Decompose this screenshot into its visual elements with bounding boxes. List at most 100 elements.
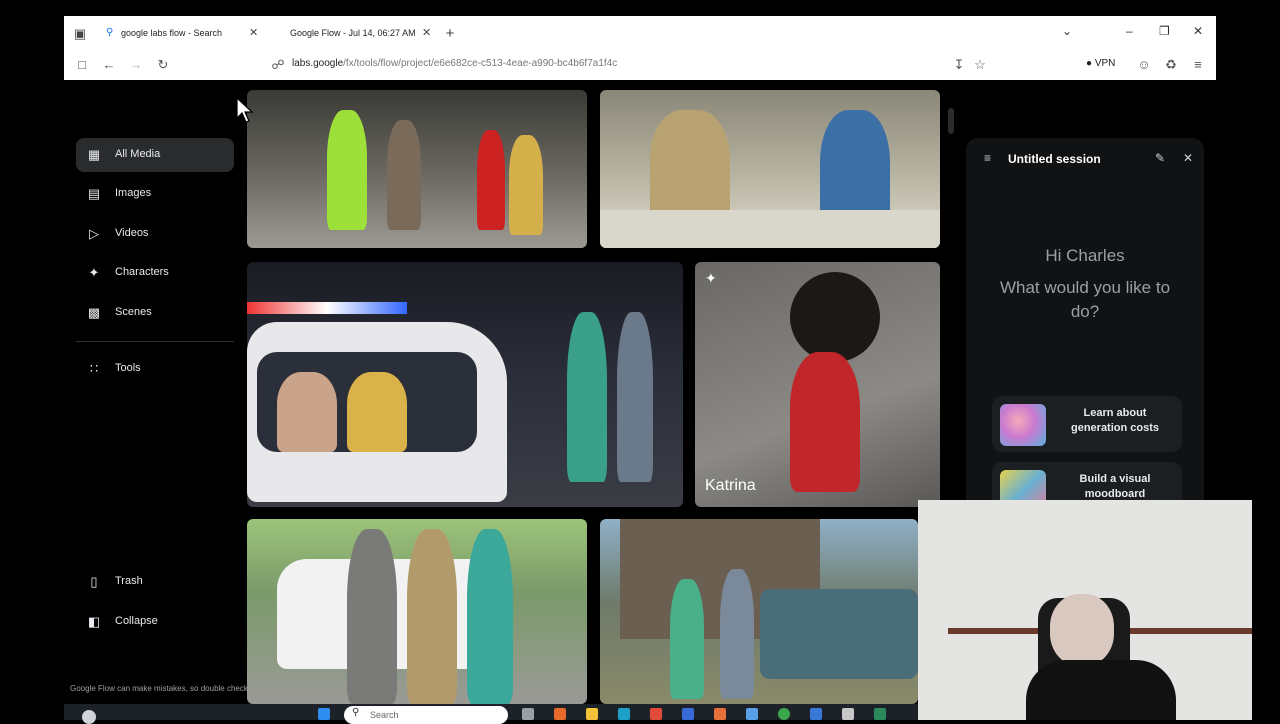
sidebar-item-label: Tools [115,362,141,374]
trash-icon: ▯ [90,574,98,589]
minimize-icon[interactable]: – [1126,24,1133,38]
file-explorer-icon[interactable] [586,708,598,720]
sidebar-divider [76,341,234,342]
app-icon[interactable] [682,708,694,720]
figure-hair [790,272,880,362]
sidebar-item-tools[interactable]: ∷ Tools [76,352,234,386]
sidebar-item-trash[interactable]: ▯ Trash [76,565,234,599]
person-body [1026,660,1176,720]
menu-icon[interactable]: ≡ [984,151,991,165]
chrome-icon[interactable] [778,708,790,720]
search-favicon-icon: ⚲ [106,27,114,38]
reload-icon[interactable]: ↻ [155,57,171,73]
url-path: /fx/tools/flow/project/e6e682ce-c513-4ea… [343,58,618,69]
figure-shape [407,529,457,704]
media-tile-2[interactable] [600,90,940,248]
card-label: Learn about generation costs [1070,407,1160,434]
search-icon: ⚲ [352,707,360,718]
app-icon[interactable] [714,708,726,720]
mouse-cursor-icon [236,97,254,123]
edit-icon[interactable]: ✎ [1155,151,1165,165]
app-icon[interactable] [554,708,566,720]
sidebar-item-label: Images [115,187,152,199]
app-icon[interactable] [810,708,822,720]
restore-icon[interactable]: ❐ [1159,24,1170,38]
figure-shape [467,529,513,704]
card-thumbnail [1000,470,1046,504]
figure-shape [277,372,337,452]
sidebar-toggle-icon[interactable]: □ [74,57,90,73]
grid-icon: ▦ [87,147,101,162]
card-label: Build a visual moodboard [1079,473,1151,500]
extensions-icon[interactable]: ♻ [1163,57,1179,73]
close-tab-icon[interactable]: ✕ [422,20,431,46]
app-icon[interactable] [874,708,886,720]
sidebar-item-collapse[interactable]: ◧ Collapse [76,605,234,639]
old-truck [760,589,918,679]
tools-icon: ∷ [89,361,99,376]
tab-title: google labs flow - Search [121,28,223,38]
image-icon: ▤ [87,186,101,201]
close-tab-icon[interactable]: ✕ [249,20,258,46]
media-tile-4[interactable]: ✦ Katrina [695,262,940,507]
sidebar-item-label: Scenes [115,306,152,318]
close-icon[interactable]: ✕ [1183,151,1193,165]
character-name: Katrina [705,477,756,494]
collapse-icon: ◧ [87,614,101,629]
session-panel: ≡ Untitled session ✎ ✕ Hi Charles What w… [966,138,1204,504]
account-icon[interactable]: ☺ [1136,57,1152,73]
forward-icon[interactable]: → [128,57,144,73]
app-icon[interactable] [650,708,662,720]
sidebar-item-label: All Media [115,148,161,160]
sidebar-item-label: Characters [115,266,169,278]
counter-shape [600,210,940,248]
app-icon[interactable] [746,708,758,720]
vpn-label: VPN [1094,58,1116,69]
widgets-icon[interactable] [82,710,96,724]
person-icon: ✦ [88,265,100,280]
tab-overview-icon[interactable]: ▣ [72,26,88,42]
new-tab-button[interactable]: + [442,26,458,42]
figure-shape [347,372,407,452]
card-generation-costs[interactable]: Learn about generation costs [992,396,1182,452]
browser-window: ▣ ⚲ google labs flow - Search ✕ Google F… [64,16,1216,80]
sidebar-item-videos[interactable]: ▷ Videos [76,217,234,251]
taskbar-search[interactable]: ⚲ Search [344,706,508,724]
media-tile-6[interactable] [600,519,918,704]
media-tile-3[interactable] [247,262,683,507]
menu-icon[interactable]: ≡ [1190,57,1206,73]
media-tile-1[interactable] [247,90,587,248]
session-title: Untitled session [1008,152,1101,166]
sidebar-item-images[interactable]: ▤ Images [76,177,234,211]
figure-shape [790,352,860,492]
task-view-icon[interactable] [522,708,534,720]
sidebar-item-label: Videos [115,227,149,239]
card-visual-moodboard[interactable]: Build a visual moodboard [992,462,1182,504]
figure-shape [670,579,704,699]
sidebar-item-characters[interactable]: ✦ Characters [76,256,234,290]
bookmark-star-icon[interactable]: ☆ [972,57,988,73]
figure-shape [720,569,754,699]
tab-google-flow[interactable]: Google Flow - Jul 14, 06:27 AM ✕ [284,20,434,46]
chevron-down-icon[interactable]: ⌄ [1062,24,1072,38]
app-icon[interactable] [842,708,854,720]
media-scrollbar[interactable] [948,108,954,134]
close-window-icon[interactable]: ✕ [1193,24,1203,38]
download-icon[interactable]: ↧ [951,57,967,73]
figure-shape [477,130,505,230]
tab-search[interactable]: ⚲ google labs flow - Search ✕ [104,20,264,46]
url-field[interactable]: labs.google/fx/tools/flow/project/e6e682… [292,58,617,69]
sidebar-item-all-media[interactable]: ▦ All Media [76,138,234,172]
sidebar-item-scenes[interactable]: ▩ Scenes [76,296,234,330]
media-tile-5[interactable] [247,519,587,704]
back-icon[interactable]: ← [101,57,117,73]
person-head [1050,594,1114,666]
search-placeholder: Search [370,710,399,720]
video-icon: ▷ [89,226,99,241]
vpn-button[interactable]: ● VPN [1086,58,1115,69]
windows-start-icon[interactable] [318,708,330,720]
sidebar-item-label: Trash [115,575,143,587]
address-bar: □ ← → ↻ ☍ labs.google/fx/tools/flow/proj… [64,50,1216,80]
site-info-icon[interactable]: ☍ [270,57,286,73]
edge-icon[interactable] [618,708,630,720]
